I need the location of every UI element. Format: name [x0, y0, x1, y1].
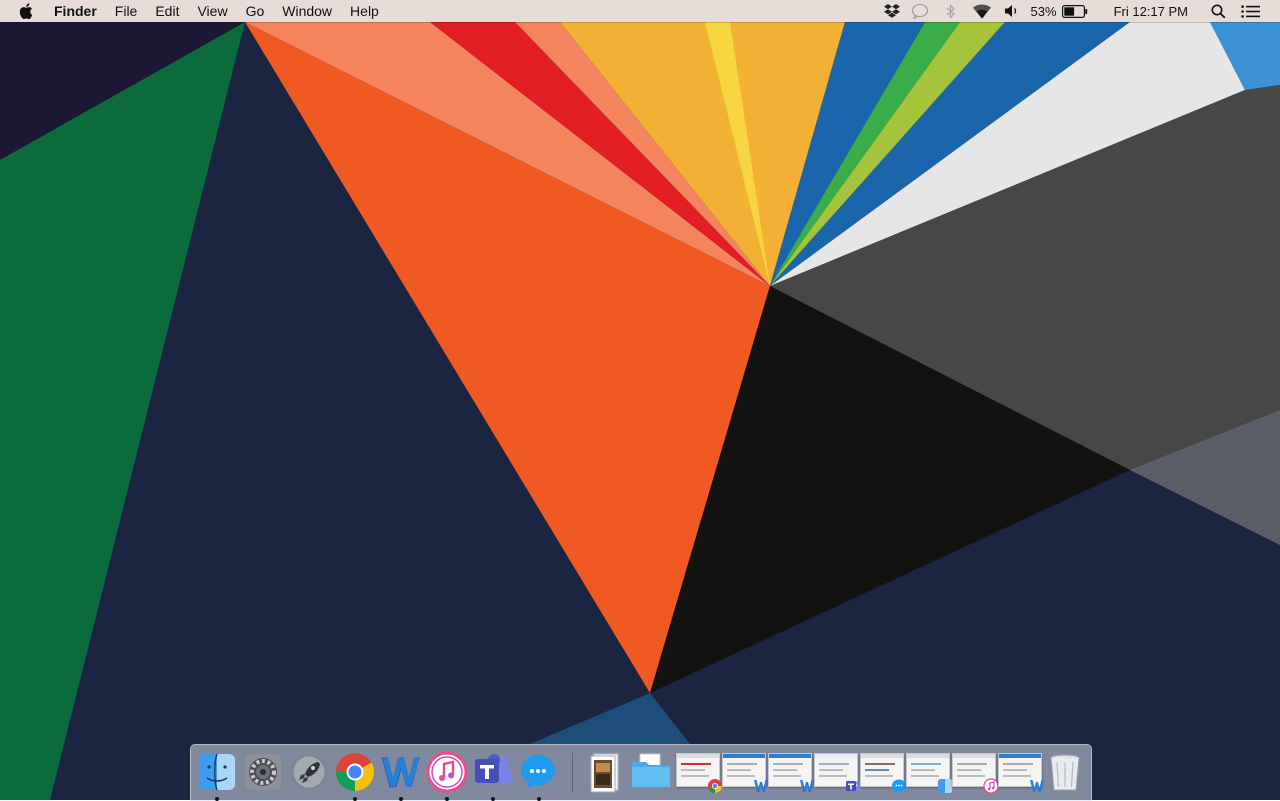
dock-app-chrome[interactable] [333, 750, 377, 801]
wifi-icon[interactable] [965, 0, 999, 22]
menu-bar: Finder File Edit View Go Window Help 53%… [0, 0, 1280, 22]
minimized-chrome-window[interactable] [676, 753, 722, 793]
dropbox-icon[interactable] [881, 0, 903, 22]
finder-icon [937, 778, 953, 794]
music-note-icon [426, 751, 468, 793]
menu-view[interactable]: View [197, 0, 227, 22]
bluetooth-icon[interactable] [937, 0, 965, 22]
trash-icon [1050, 754, 1080, 791]
minimized-finder-window[interactable] [906, 753, 952, 793]
chat-bubble-icon[interactable] [903, 0, 937, 22]
music-note-icon [983, 778, 999, 794]
chrome-icon [707, 778, 723, 794]
dock-app-itunes[interactable] [425, 750, 469, 801]
dock-app-word[interactable] [379, 750, 423, 801]
apple-menu-icon[interactable] [19, 3, 37, 19]
running-indicator [215, 797, 219, 801]
minimized-teams-window[interactable] [814, 753, 861, 792]
menu-edit[interactable]: Edit [155, 0, 179, 22]
spotlight-search-icon[interactable] [1210, 0, 1226, 22]
dock-app-teams[interactable] [471, 750, 515, 801]
menu-help[interactable]: Help [350, 0, 379, 22]
word-icon [799, 778, 815, 794]
running-indicator [491, 797, 495, 801]
minimized-word-window-1[interactable] [722, 753, 768, 792]
chrome-icon [335, 753, 375, 792]
battery-percent-label: 53% [1030, 3, 1057, 19]
app-menu-finder[interactable]: Finder [54, 0, 97, 22]
chat-bubble-icon [891, 778, 907, 794]
running-indicator [353, 797, 357, 801]
desktop-wallpaper [0, 0, 1280, 800]
menu-file[interactable]: File [115, 0, 138, 22]
dock-downloads-folder[interactable] [629, 750, 673, 794]
folder-icon [632, 753, 670, 787]
rocket-icon [291, 754, 327, 790]
menu-window[interactable]: Window [282, 0, 332, 22]
dock-app-finder[interactable] [195, 750, 239, 801]
running-indicator [445, 797, 449, 801]
dock-app-messenger[interactable] [517, 750, 561, 801]
finder-icon [199, 753, 235, 791]
volume-icon[interactable] [999, 0, 1025, 22]
dock-app-launchpad[interactable] [287, 750, 331, 794]
running-indicator [399, 797, 403, 801]
dock-document-stack[interactable] [583, 750, 627, 794]
minimized-word-window-3[interactable] [998, 753, 1044, 792]
word-icon [753, 778, 769, 794]
teams-icon [845, 778, 861, 794]
dock-trash[interactable] [1043, 750, 1087, 794]
gear-icon [245, 754, 281, 790]
menu-clock[interactable]: Fri 12:17 PM [1114, 4, 1188, 19]
chat-bubble-icon [521, 755, 555, 789]
dock-app-system-preferences[interactable] [241, 750, 285, 794]
dock [190, 744, 1092, 801]
document-stack-icon [590, 753, 619, 793]
battery-icon [1061, 4, 1088, 18]
word-icon [381, 756, 420, 788]
minimized-word-window-2[interactable] [768, 753, 814, 792]
menu-go[interactable]: Go [246, 0, 265, 22]
dock-separator [572, 753, 573, 793]
running-indicator [537, 797, 541, 801]
notification-center-icon[interactable] [1240, 0, 1260, 22]
teams-icon [475, 754, 511, 784]
battery-percent[interactable]: 53% [1031, 0, 1088, 22]
minimized-itunes-window[interactable] [952, 753, 999, 794]
minimized-messenger-window[interactable] [860, 753, 906, 794]
